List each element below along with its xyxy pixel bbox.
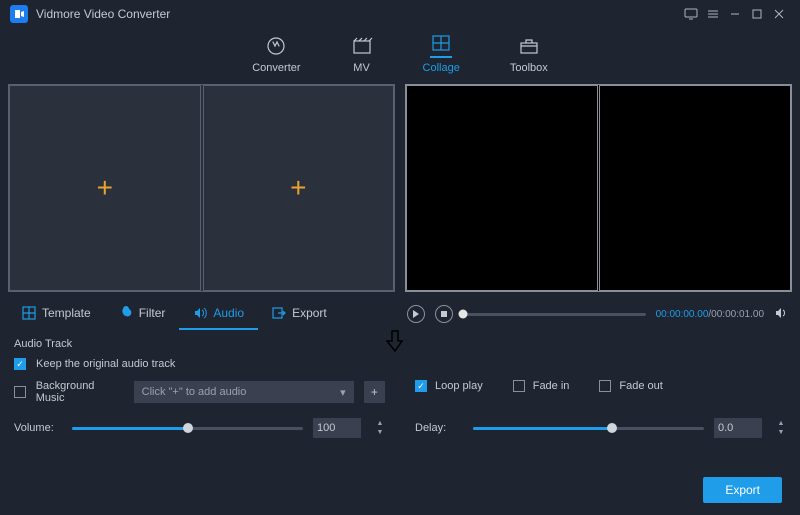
keep-original-checkbox[interactable] (14, 358, 26, 370)
nav-toolbox[interactable]: Toolbox (510, 34, 548, 74)
seek-slider[interactable] (463, 313, 646, 316)
minimize-icon[interactable] (724, 3, 746, 25)
bg-music-select[interactable]: Click "+" to add audio ▾ (134, 381, 354, 403)
subtab-filter[interactable]: Filter (105, 298, 180, 330)
delay-value: 0.0 (718, 422, 733, 434)
delay-slider[interactable] (473, 427, 704, 430)
converter-icon (265, 34, 287, 58)
volume-icon[interactable] (774, 306, 790, 322)
delay-up-button[interactable]: ▲ (776, 419, 786, 428)
volume-spinbox[interactable]: 100 (313, 418, 361, 438)
volume-label: Volume: (14, 422, 62, 434)
export-button[interactable]: Export (703, 477, 782, 503)
keep-original-label: Keep the original audio track (36, 358, 175, 370)
template-icon (22, 306, 36, 320)
preview-cell-1 (406, 85, 598, 291)
nav-converter-label: Converter (252, 62, 300, 74)
subtab-export-label: Export (292, 306, 327, 320)
app-logo (10, 5, 28, 23)
delay-label: Delay: (415, 422, 463, 434)
subtab-audio[interactable]: Audio (179, 298, 258, 330)
subtab-template[interactable]: Template (8, 298, 105, 330)
collage-icon (430, 34, 452, 58)
preview-area (405, 84, 792, 292)
bg-music-checkbox[interactable] (14, 386, 26, 398)
menu-icon[interactable] (702, 3, 724, 25)
title-bar: Vidmore Video Converter (0, 0, 800, 28)
toolbox-icon (518, 34, 540, 58)
playback-time: 00:00:00.00/00:00:01.00 (656, 309, 764, 320)
feedback-icon[interactable] (680, 3, 702, 25)
nav-collage-label: Collage (423, 62, 460, 74)
add-audio-button[interactable]: + (364, 381, 385, 403)
loop-label: Loop play (435, 380, 483, 392)
add-icon: + (290, 172, 306, 204)
sub-tabs: Template Filter Audio Export (8, 298, 395, 330)
subtab-export[interactable]: Export (258, 298, 341, 330)
nav-toolbox-label: Toolbox (510, 62, 548, 74)
delay-spinbox[interactable]: 0.0 (714, 418, 762, 438)
nav-mv-label: MV (353, 62, 370, 74)
nav-collage[interactable]: Collage (423, 34, 460, 74)
bg-music-placeholder: Click "+" to add audio (142, 386, 247, 398)
loop-checkbox[interactable] (415, 380, 427, 392)
chevron-down-icon: ▾ (340, 386, 346, 399)
collage-cell-1[interactable]: + (9, 85, 201, 291)
close-icon[interactable] (768, 3, 790, 25)
fadein-label: Fade in (533, 380, 570, 392)
collage-cell-2[interactable]: + (203, 85, 395, 291)
fadein-checkbox[interactable] (513, 380, 525, 392)
arrow-annotation (386, 330, 404, 352)
export-icon (272, 306, 286, 320)
nav-mv[interactable]: MV (351, 34, 373, 74)
filter-icon (119, 306, 133, 320)
nav-converter[interactable]: Converter (252, 34, 300, 74)
preview-cell-2 (599, 85, 791, 291)
bg-music-label: Background Music (36, 380, 124, 404)
volume-slider[interactable] (72, 427, 303, 430)
volume-value: 100 (317, 422, 335, 434)
mv-icon (351, 34, 373, 58)
maximize-icon[interactable] (746, 3, 768, 25)
volume-down-button[interactable]: ▼ (375, 428, 385, 437)
subtab-template-label: Template (42, 306, 91, 320)
playback-controls: 00:00:00.00/00:00:01.00 (405, 298, 792, 330)
collage-editor: + + (8, 84, 395, 292)
subtab-audio-label: Audio (213, 306, 244, 320)
app-title: Vidmore Video Converter (36, 7, 170, 21)
fadeout-label: Fade out (619, 380, 662, 392)
stop-button[interactable] (435, 305, 453, 323)
play-button[interactable] (407, 305, 425, 323)
audio-icon (193, 306, 207, 320)
add-icon: + (97, 172, 113, 204)
delay-down-button[interactable]: ▼ (776, 428, 786, 437)
subtab-filter-label: Filter (139, 306, 166, 320)
volume-up-button[interactable]: ▲ (375, 419, 385, 428)
fadeout-checkbox[interactable] (599, 380, 611, 392)
top-nav: Converter MV Collage Toolbox (0, 28, 800, 84)
